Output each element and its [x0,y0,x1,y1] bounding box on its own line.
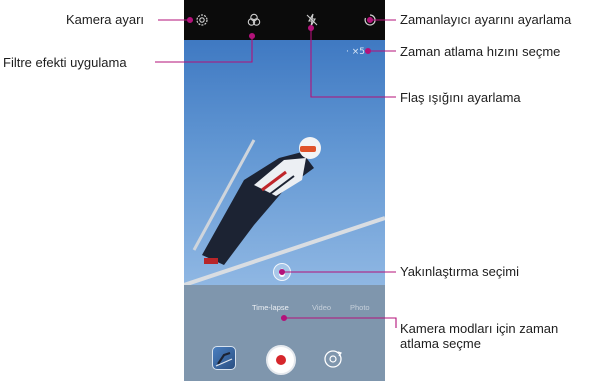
mode-timelapse[interactable]: Time-lapse [252,303,289,312]
timer-icon[interactable] [362,12,378,28]
callout-apply-filter: Filtre efekti uygulama [3,55,127,70]
flash-off-icon[interactable] [304,12,320,28]
callout-timelapse-speed: Zaman atlama hızını seçme [400,44,561,59]
gear-icon[interactable] [194,12,210,28]
callout-zoom: Yakınlaştırma seçimi [400,264,519,279]
record-icon [276,355,286,365]
camera-preview[interactable] [184,40,385,287]
callout-camera-settings: Kamera ayarı [66,12,145,27]
gallery-thumbnail-icon[interactable] [212,346,236,370]
timelapse-speed-indicator[interactable]: · ×5 [346,47,365,57]
camera-top-bar [184,0,385,40]
mode-video[interactable]: Video [312,303,331,312]
zoom-button[interactable] [273,263,291,281]
callout-flash: Flaş ışığını ayarlama [400,90,521,105]
record-button[interactable] [266,345,296,375]
camera-mode-list: Time-lapse Video Photo [184,303,385,319]
zoom-icon [279,268,285,277]
camera-screen: · ×5 Time-lapse Video Photo [184,0,385,381]
callout-camera-modes: Kamera modları için zaman atlama seçme [400,321,559,351]
callout-timer: Zamanlayıcı ayarını ayarlama [400,12,572,27]
filter-icon[interactable] [246,12,262,28]
switch-camera-icon[interactable] [322,348,344,370]
mode-photo[interactable]: Photo [350,303,370,312]
